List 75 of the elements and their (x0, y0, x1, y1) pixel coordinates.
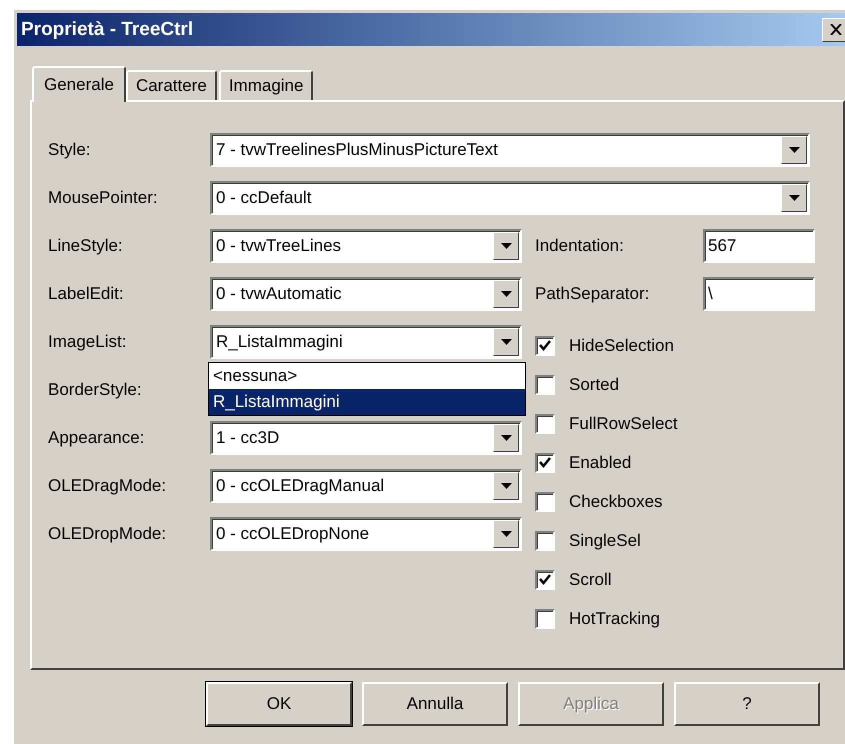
checkbox[interactable] (535, 570, 555, 590)
tab[interactable]: Immagine (218, 70, 314, 100)
dropdown-button[interactable] (493, 280, 519, 308)
checkbox-label: HideSelection (569, 336, 674, 356)
dropdown-button[interactable] (493, 424, 519, 452)
dialog-button[interactable]: ? (674, 682, 820, 726)
caret-icon (500, 435, 512, 441)
checkbox[interactable] (535, 452, 555, 472)
caret-icon (500, 291, 512, 297)
field-value: 0 - ccDefault (216, 188, 312, 208)
window-title: Proprietà - TreeCtrl (21, 18, 194, 40)
checkbox-label: Checkboxes (569, 492, 663, 512)
caret-icon (788, 195, 800, 201)
caret-icon (500, 531, 512, 537)
dropdown-field[interactable]: 0 - tvwTreeLines (210, 229, 522, 263)
caret-icon (500, 483, 512, 489)
dialog-button[interactable]: Annulla (362, 682, 508, 726)
checkbox-label: Enabled (569, 452, 632, 472)
close-button[interactable] (822, 18, 845, 42)
field-label: MousePointer: (48, 188, 159, 208)
list-option[interactable]: <nessuna> (209, 363, 525, 389)
dropdown-field[interactable]: 0 - ccOLEDropNone (210, 517, 522, 551)
dropdown-field[interactable]: R_ListaImmagini (210, 325, 522, 359)
field-label: Style: (48, 140, 92, 160)
field-value: R_ListaImmagini (216, 332, 343, 352)
dropdown-button[interactable] (493, 520, 519, 548)
text-field[interactable]: 567 (703, 229, 815, 263)
dropdown-field[interactable]: 7 - tvwTreelinesPlusMinusPictureText (210, 133, 810, 167)
checkbox-label: Sorted (569, 374, 620, 394)
field-value: 0 - ccOLEDropNone (216, 524, 370, 544)
dialog-button[interactable]: OK (206, 682, 352, 726)
field-label: OLEDragMode: (48, 476, 168, 496)
field-value: 0 - tvwAutomatic (216, 284, 342, 304)
field-label: Appearance: (48, 428, 146, 448)
field-value: 0 - ccOLEDragManual (216, 476, 384, 496)
checkbox-label: HotTracking (569, 608, 660, 628)
dropdown-button[interactable] (781, 184, 807, 212)
field-label: BorderStyle: (48, 380, 143, 400)
field-value: 0 - tvwTreeLines (216, 236, 342, 256)
dropdown-button[interactable] (781, 136, 807, 164)
list-option[interactable]: R_ListaImmagini (209, 389, 525, 415)
field-label: PathSeparator: (535, 284, 650, 304)
field-label: ImageList: (48, 332, 128, 352)
field-value: 7 - tvwTreelinesPlusMinusPictureText (216, 140, 498, 160)
dropdown-field[interactable]: 0 - ccDefault (210, 181, 810, 215)
checkmark-icon (539, 340, 551, 351)
checkbox[interactable] (535, 374, 555, 394)
checkbox-label: Scroll (569, 570, 612, 590)
dropdown-button[interactable] (493, 328, 519, 356)
caret-icon (500, 339, 512, 345)
checkbox-label: FullRowSelect (569, 414, 678, 434)
dropdown-button[interactable] (493, 232, 519, 260)
field-label: OLEDropMode: (48, 524, 168, 544)
checkbox[interactable] (535, 414, 555, 434)
tab[interactable]: Carattere (126, 70, 217, 100)
close-icon (830, 24, 842, 35)
field-label: LabelEdit: (48, 284, 125, 304)
dropdown-button[interactable] (493, 472, 519, 500)
checkbox[interactable] (535, 336, 555, 356)
field-label: LineStyle: (48, 236, 124, 256)
tab[interactable]: Generale (32, 66, 126, 102)
dropdown-field[interactable]: 0 - ccOLEDragManual (210, 469, 522, 503)
checkmark-icon (539, 457, 551, 468)
field-label: Indentation: (535, 236, 624, 256)
dropdown-field[interactable]: 1 - cc3D (210, 421, 522, 455)
caret-icon (788, 147, 800, 153)
caret-icon (500, 243, 512, 249)
field-value: 1 - cc3D (216, 428, 280, 448)
dropdown-field[interactable]: 0 - tvwAutomatic (210, 277, 522, 311)
checkbox[interactable] (535, 608, 555, 628)
checkbox-label: SingleSel (569, 530, 641, 550)
checkmark-icon (539, 574, 551, 585)
checkbox[interactable] (535, 492, 555, 512)
checkbox[interactable] (535, 530, 555, 550)
text-field[interactable]: \ (703, 277, 815, 311)
